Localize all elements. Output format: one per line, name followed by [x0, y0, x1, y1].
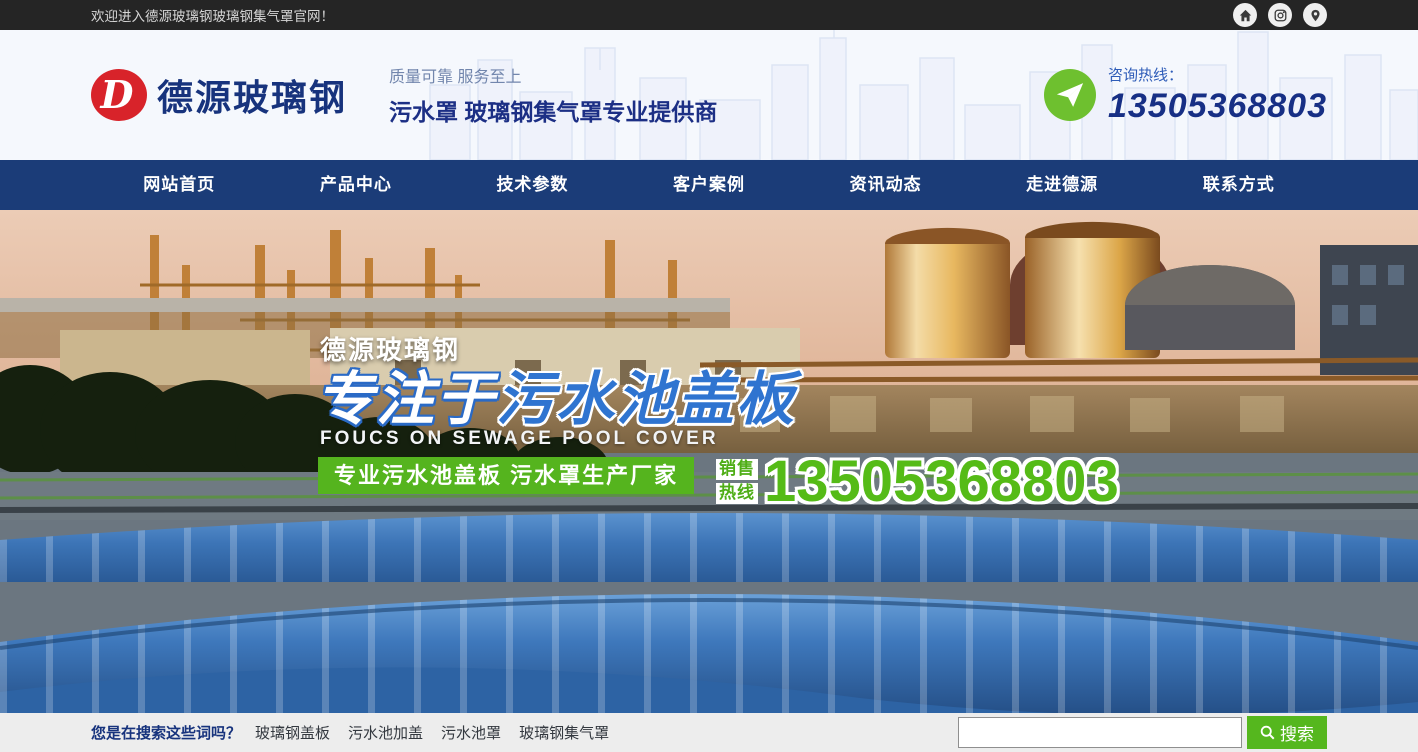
welcome-text: 欢迎进入德源玻璃钢玻璃钢集气罩官网！ — [91, 5, 334, 25]
search-input[interactable] — [958, 717, 1242, 748]
site-logo[interactable]: D 德源玻璃钢 — [91, 69, 347, 121]
hero-headline-main: 污水池盖板 — [496, 367, 796, 432]
hero-headline: 专注于污水池盖板 — [316, 352, 796, 436]
nav-item-specs[interactable]: 技术参数 — [444, 160, 621, 210]
logo-text: 德源玻璃钢 — [157, 69, 347, 121]
hero-headline-prefix: 专注于 — [316, 367, 496, 432]
hot-keywords: 玻璃钢盖板 污水池加盖 污水池罩 玻璃钢集气罩 — [255, 722, 609, 743]
nav-item-news[interactable]: 资讯动态 — [797, 160, 974, 210]
hero-photo — [0, 210, 1418, 713]
keyword-link-3[interactable]: 污水池罩 — [441, 722, 501, 743]
hero-sales-hotline: 销售 热线 13505368803 — [716, 448, 1119, 515]
search-button[interactable]: 搜索 — [1247, 716, 1327, 749]
paper-plane-icon — [1044, 69, 1096, 121]
instagram-icon[interactable] — [1268, 3, 1292, 27]
hero-subheadline: FOUCS ON SEWAGE POOL COVER — [320, 428, 719, 450]
main-nav: 网站首页 产品中心 技术参数 客户案例 资讯动态 走进德源 联系方式 — [0, 160, 1418, 210]
sales-label-top: 销售 — [716, 459, 758, 480]
hero-banner: 德源玻璃钢 专注于污水池盖板 FOUCS ON SEWAGE POOL COVE… — [0, 210, 1418, 713]
topbar-icons — [1233, 3, 1327, 27]
slogan-big: 污水罩 玻璃钢集气罩专业提供商 — [389, 93, 717, 127]
sales-number: 13505368803 — [764, 448, 1119, 515]
sales-label-bottom: 热线 — [716, 483, 758, 504]
nav-item-contact[interactable]: 联系方式 — [1150, 160, 1327, 210]
nav-item-products[interactable]: 产品中心 — [268, 160, 445, 210]
topbar: 欢迎进入德源玻璃钢玻璃钢集气罩官网！ — [0, 0, 1418, 30]
nav-item-about[interactable]: 走进德源 — [974, 160, 1151, 210]
logo-mark-icon: D — [91, 69, 147, 121]
keyword-link-4[interactable]: 玻璃钢集气罩 — [519, 722, 609, 743]
search-prompt: 您是在搜索这些词吗？ — [91, 722, 241, 743]
search-button-label: 搜索 — [1280, 720, 1314, 745]
search-strip: 您是在搜索这些词吗？ 玻璃钢盖板 污水池加盖 污水池罩 玻璃钢集气罩 搜索 — [0, 713, 1418, 752]
keyword-link-2[interactable]: 污水池加盖 — [348, 722, 423, 743]
hotline-label: 咨询热线： — [1108, 64, 1327, 85]
home-icon[interactable] — [1233, 3, 1257, 27]
search-icon — [1260, 725, 1275, 740]
header-hotline: 咨询热线： 13505368803 — [1044, 64, 1327, 126]
hero-tagline-button[interactable]: 专业污水池盖板 污水罩生产厂家 — [318, 457, 694, 494]
location-icon[interactable] — [1303, 3, 1327, 27]
site-header: D 德源玻璃钢 质量可靠 服务至上 污水罩 玻璃钢集气罩专业提供商 咨询热线： … — [0, 30, 1418, 160]
nav-item-cases[interactable]: 客户案例 — [621, 160, 798, 210]
keyword-link-1[interactable]: 玻璃钢盖板 — [255, 722, 330, 743]
slogan-small: 质量可靠 服务至上 — [389, 63, 717, 87]
hotline-number: 13505368803 — [1108, 87, 1327, 126]
header-slogan: 质量可靠 服务至上 污水罩 玻璃钢集气罩专业提供商 — [389, 63, 717, 127]
nav-item-home[interactable]: 网站首页 — [91, 160, 268, 210]
